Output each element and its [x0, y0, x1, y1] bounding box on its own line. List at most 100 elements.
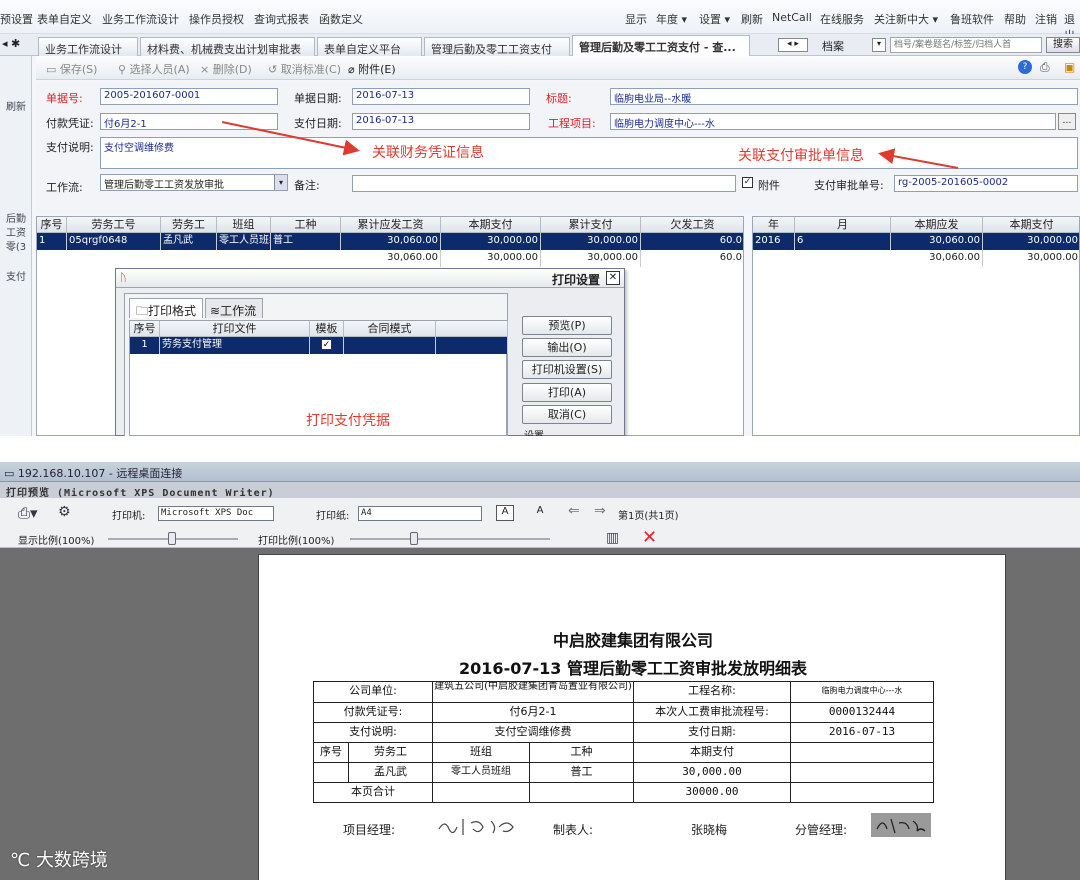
doc-col-worker: 劳务工 — [348, 742, 433, 763]
rdp-title: 192.168.10.107 - 远程桌面连接 — [17, 467, 183, 480]
arrow-to-approval — [878, 148, 959, 169]
document-title: 2016-07-13 管理后勤零工工资审批发放明细表 — [459, 659, 807, 678]
doc-col-pay: 本期支付 — [633, 742, 791, 763]
doc-cell: 孟凡武 — [348, 762, 433, 783]
maker-label: 制表人: — [553, 823, 594, 837]
prev-page-icon[interactable]: ⇐ — [568, 503, 580, 519]
subtotal-label: 本页合计 — [313, 782, 433, 803]
subtotal-value: 30000.00 — [633, 782, 791, 803]
col-header-worker[interactable]: 劳务工 — [161, 217, 217, 233]
display-ratio-label: 显示比例(100%) — [18, 536, 95, 547]
tab-label: 打印格式 — [148, 304, 197, 318]
flow-no-value: 0000132444 — [790, 702, 934, 723]
grid-cell: 05qrgf0648 — [67, 233, 161, 250]
doc-cell: 普工 — [529, 762, 634, 783]
col-header-contract-mode[interactable]: 合同模式 — [344, 321, 436, 337]
preview-toolbar: ⎙▾ ⚙ 打印机: Microsoft XPS Doc 打印纸: A4 A A … — [0, 498, 1080, 548]
voucher-no-value: 付6月2-1 — [432, 702, 634, 723]
grid-cell — [344, 337, 436, 354]
doc-cell — [313, 762, 349, 783]
folder-icon: 🗀 — [136, 304, 149, 318]
portrait-icon[interactable]: A — [496, 505, 514, 521]
unit-value: 建筑五公司(中启胶建集团青岛置业有限公司) — [432, 681, 634, 703]
tab-print-format[interactable]: 🗀打印格式 — [129, 298, 203, 318]
arrow-to-voucher — [221, 121, 360, 156]
landscape-icon[interactable]: A — [530, 505, 550, 521]
pay-date-label: 支付日期: — [633, 722, 791, 743]
business-app-window: 预设置 表单自定义 业务工作流设计 操作员授权 查询式报表 函数定义 显示 年度… — [0, 0, 1080, 436]
logo-icon: ℃ — [10, 850, 36, 871]
col-header-period-pay[interactable]: 本期支付 — [983, 217, 1079, 233]
unit-label: 公司单位: — [313, 681, 433, 703]
col-header-period-due[interactable]: 本期应发 — [891, 217, 983, 233]
grid-cell: 30,060.00 — [891, 233, 983, 250]
doc-cell — [432, 782, 530, 803]
grid-cell: 30,060.00 — [341, 250, 441, 267]
pay-desc-value: 支付空调维修费 — [432, 722, 634, 743]
grid-cell: 1 — [37, 233, 67, 250]
grid-cell: 30,060.00 — [341, 233, 441, 250]
manager-label: 分管经理: — [795, 823, 848, 837]
print-ratio-label: 打印比例(100%) — [258, 536, 335, 547]
output-button[interactable]: 输出(O) — [522, 338, 612, 357]
col-header-year[interactable]: 年 — [753, 217, 795, 233]
printer-icon[interactable]: ⎙▾ — [18, 504, 38, 522]
template-checkbox[interactable]: ✓ — [310, 337, 344, 354]
print-button[interactable]: 打印(A) — [522, 383, 612, 402]
close-preview-icon[interactable]: ✕ — [642, 527, 657, 548]
grid-cell — [436, 337, 508, 354]
printer-setup-button[interactable]: 打印机设置(S) — [522, 360, 612, 379]
col-header-no[interactable]: 序号 — [130, 321, 160, 337]
grid-cell: 1 — [130, 337, 160, 354]
close-icon[interactable]: ✕ — [606, 271, 620, 285]
paper-label: 打印纸: — [316, 511, 350, 522]
col-header-accum-due[interactable]: 累计应发工资 — [341, 217, 441, 233]
print-ratio-thumb[interactable] — [410, 532, 418, 545]
grid-cell: 30,060.00 — [891, 250, 983, 267]
paper-select[interactable]: A4 — [358, 506, 482, 521]
pay-date-value: 2016-07-13 — [790, 722, 934, 743]
col-header-period-pay[interactable]: 本期支付 — [441, 217, 541, 233]
col-header-no[interactable]: 序号 — [37, 217, 67, 233]
col-header-print-file[interactable]: 打印文件 — [160, 321, 310, 337]
printer-settings-icon[interactable]: ⚙ — [58, 504, 71, 520]
pay-desc-label: 支付说明: — [313, 722, 433, 743]
doc-cell: 30,000.00 — [633, 762, 791, 783]
col-header-owed[interactable]: 欠发工资 — [641, 217, 743, 233]
preview-button[interactable]: 预览(P) — [522, 316, 612, 335]
doc-cell — [790, 782, 934, 803]
col-header-worker-id[interactable]: 劳务工号 — [67, 217, 161, 233]
display-ratio-thumb[interactable] — [168, 532, 176, 545]
col-header-template[interactable]: 模板 — [310, 321, 344, 337]
grid-cell: 60.0 — [641, 233, 743, 250]
document-company: 中启胶建集团有限公司 — [552, 631, 713, 650]
col-header-team[interactable]: 班组 — [217, 217, 271, 233]
page-setup-icon[interactable]: ▥ — [606, 530, 619, 546]
col-header-worktype[interactable]: 工种 — [271, 217, 341, 233]
print-ratio-slider[interactable] — [350, 538, 550, 540]
flow-icon: ≋ — [210, 304, 221, 318]
grid-cell: 30,000.00 — [983, 250, 1079, 267]
doc-col-team: 班组 — [432, 742, 530, 763]
grid-cell: 普工 — [271, 233, 341, 250]
grid-cell: 60.0 — [641, 250, 743, 267]
grid-cell: 孟凡武 — [161, 233, 217, 250]
col-header-accum-pay[interactable]: 累计支付 — [541, 217, 641, 233]
printer-label: 打印机: — [112, 511, 146, 522]
manager-signature — [871, 813, 931, 837]
cancel-button[interactable]: 取消(C) — [522, 405, 612, 424]
doc-col-blank — [790, 742, 934, 763]
rdp-monitor-icon: ▭ — [4, 467, 18, 480]
doc-col-no: 序号 — [313, 742, 349, 763]
grid-cell: 30,000.00 — [983, 233, 1079, 250]
pm-label: 项目经理: — [343, 823, 396, 837]
grid-cell: 30,000.00 — [541, 233, 641, 250]
printer-select[interactable]: Microsoft XPS Doc — [158, 506, 274, 521]
grid-cell: 6 — [795, 233, 891, 250]
preview-paper: 中启胶建集团有限公司 2016-07-13 管理后勤零工工资审批发放明细表 公司… — [258, 554, 1006, 880]
voucher-no-label: 付款凭证号: — [313, 702, 433, 723]
col-header-month[interactable]: 月 — [795, 217, 891, 233]
tab-workflow[interactable]: ≋工作流 — [205, 298, 263, 318]
next-page-icon[interactable]: ⇒ — [594, 503, 606, 519]
period-summary-grid: 年 月 本期应发 本期支付 2016 6 30,060.00 30,000.00… — [752, 216, 1080, 436]
